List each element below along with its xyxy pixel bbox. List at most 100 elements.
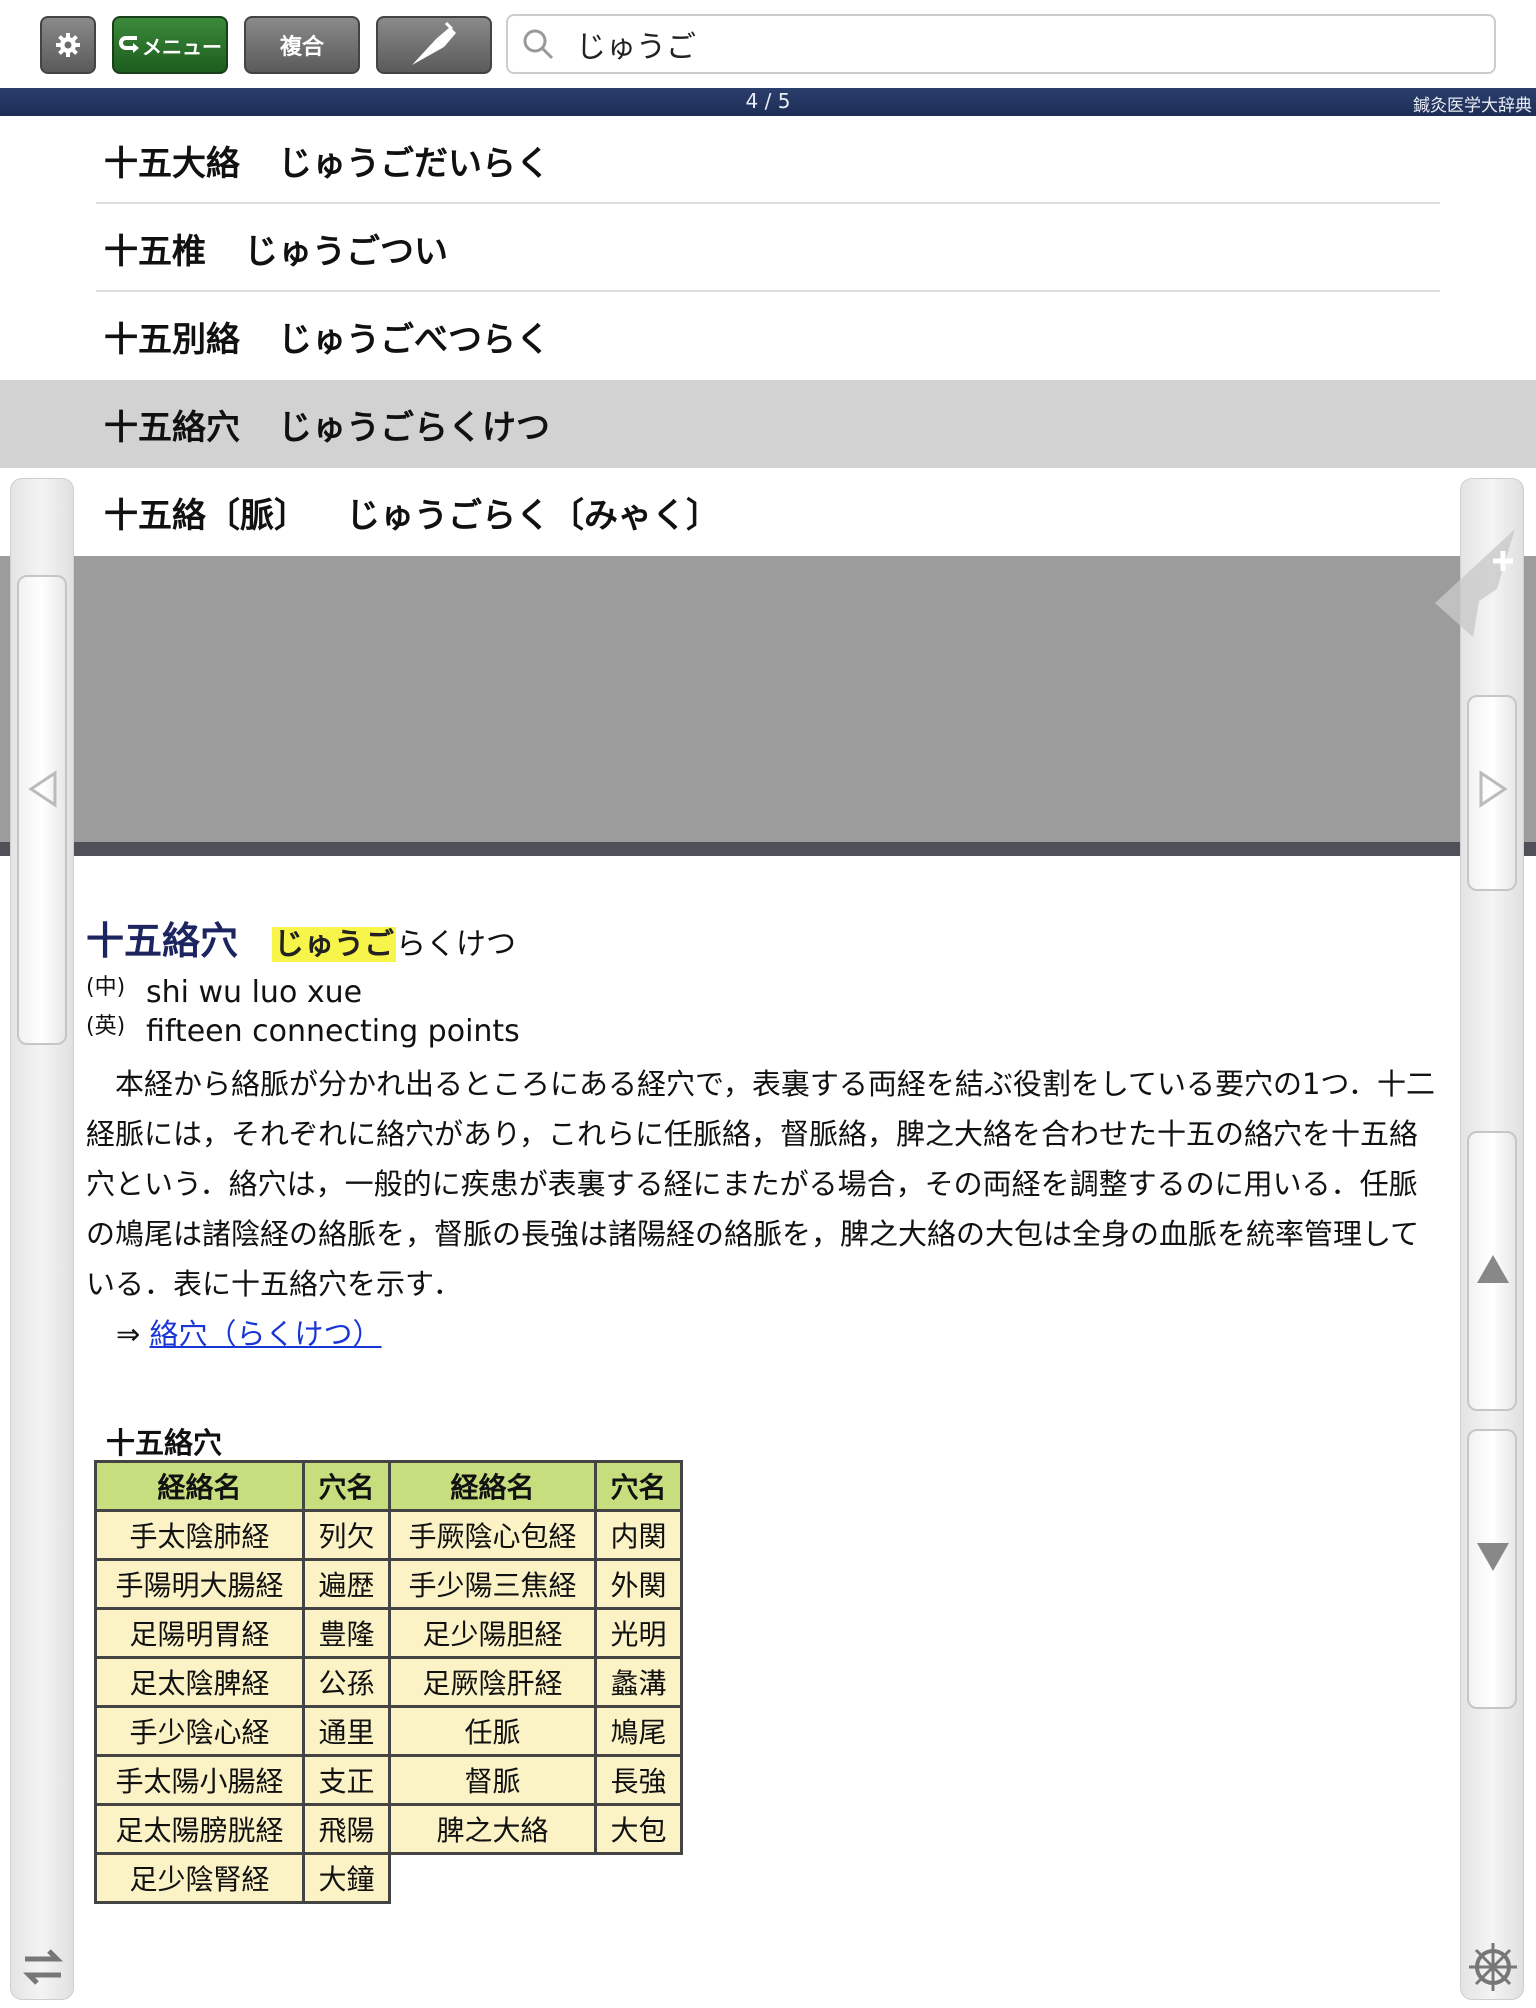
- table-row: 足陽明胃経 豊隆 足少陽胆経 光明: [94, 1607, 683, 1659]
- list-resize-handle[interactable]: [0, 842, 1536, 856]
- ref-link[interactable]: 絡穴（らくけつ）: [150, 1317, 382, 1351]
- result-item[interactable]: 十五別絡 じゅうごべつらく: [0, 292, 1536, 380]
- left-scroll-thumb[interactable]: [17, 575, 67, 1045]
- result-kana: じゅうごだいらく: [278, 143, 550, 184]
- table-cell: 手少陰心経: [94, 1705, 305, 1757]
- english-tag: (英): [86, 1014, 126, 1039]
- table-cell: 列欠: [302, 1509, 391, 1561]
- result-kanji: 十五絡穴: [104, 407, 240, 448]
- result-item[interactable]: 十五椎 じゅうごつい: [0, 204, 1536, 292]
- table-header-row: 経絡名 穴名 経絡名 穴名: [94, 1460, 683, 1512]
- pen-button[interactable]: [376, 16, 492, 74]
- dharma-wheel-icon[interactable]: [1467, 1941, 1519, 1993]
- table-row: 手太陽小腸経 支正 督脈 長強: [94, 1754, 683, 1806]
- table-cell: 任脈: [388, 1705, 597, 1757]
- reading-rest: らくけつ: [396, 927, 517, 962]
- table-row: 手少陰心経 通里 任脈 鳩尾: [94, 1705, 683, 1757]
- chinese-tag: (中): [86, 975, 126, 1000]
- table-cell: 足太陽膀胱経: [94, 1803, 305, 1855]
- table-cell: 外関: [594, 1558, 683, 1610]
- triangle-right-icon[interactable]: [1475, 769, 1511, 809]
- plus-icon[interactable]: [1435, 509, 1525, 639]
- table-cell: 手太陽小腸経: [94, 1754, 305, 1806]
- table-cell: 飛陽: [302, 1803, 391, 1855]
- table-row: 手陽明大腸経 遍歴 手少陽三焦経 外関: [94, 1558, 683, 1610]
- scroll-up-button[interactable]: [1467, 1131, 1517, 1411]
- pen-icon: [412, 21, 456, 65]
- table-header: 穴名: [594, 1460, 683, 1512]
- table-cell: 足厥陰肝経: [388, 1656, 597, 1708]
- gear-icon: [56, 33, 80, 57]
- table-cell: 光明: [594, 1607, 683, 1659]
- table-cell: 足少陰腎経: [94, 1852, 305, 1904]
- result-kana: じゅうごべつらく: [278, 319, 550, 360]
- table-cell: 豊隆: [302, 1607, 391, 1659]
- left-rail: [10, 478, 74, 2000]
- search-box[interactable]: [506, 14, 1496, 74]
- result-item[interactable]: 十五大絡 じゅうごだいらく: [0, 116, 1536, 204]
- entry-title: 十五絡穴: [86, 919, 239, 963]
- menu-button[interactable]: メニュー: [112, 16, 228, 74]
- table-row: 足太陰脾経 公孫 足厥陰肝経 蠡溝: [94, 1656, 683, 1708]
- table-cell: 手少陽三焦経: [388, 1558, 597, 1610]
- table-cell-empty: [596, 1854, 682, 1903]
- table-cell: 支正: [302, 1754, 391, 1806]
- return-arrow-icon: [119, 36, 139, 53]
- table-header: 経絡名: [388, 1460, 597, 1512]
- swap-arrows-icon[interactable]: [17, 1945, 69, 1989]
- result-kana: じゅうごつい: [244, 231, 448, 272]
- search-icon: [523, 29, 554, 60]
- table-cell: 遍歴: [302, 1558, 391, 1610]
- chinese-reading: (中) shi wu luo xue: [86, 975, 1446, 1010]
- result-kana: じゅうごらく〔みゃく〕: [346, 495, 720, 536]
- result-kanji: 十五絡〔脈〕: [104, 495, 308, 536]
- entry-heading: 十五絡穴 じゅうごらくけつ: [86, 910, 1446, 965]
- dictionary-app: メニュー 複合 4 / 5 鍼灸医学大辞典: [0, 0, 1536, 2008]
- result-counter: 4 / 5: [745, 89, 791, 113]
- entry-content: 十五絡穴 じゅうごらくけつ (中) shi wu luo xue (英) fif…: [86, 910, 1446, 1353]
- table-cell: 手厥陰心包経: [388, 1509, 597, 1561]
- table-header: 経絡名: [94, 1460, 305, 1512]
- result-kanji: 十五大絡: [104, 143, 240, 184]
- table-row: 足少陰腎経 大鐘: [94, 1852, 682, 1904]
- dictionary-name: 鍼灸医学大辞典: [1413, 96, 1532, 116]
- chinese-text: shi wu luo xue: [146, 975, 363, 1010]
- toolbar: メニュー 複合: [0, 0, 1536, 88]
- table-row: 足太陽膀胱経 飛陽 脾之大絡 大包: [94, 1803, 683, 1855]
- table-cell: 足太陰脾経: [94, 1656, 305, 1708]
- fukugo-button[interactable]: 複合: [244, 16, 360, 74]
- table-title: 十五絡穴: [106, 1426, 223, 1460]
- luo-points-table: 経絡名 穴名 経絡名 穴名 手太陰肺経 列欠 手厥陰心包経 内関 手陽明大腸経 …: [94, 1460, 683, 1904]
- list-background: [0, 556, 1536, 842]
- entry-body: 本経から絡脈が分かれ出るところにある経穴で，表裏する両経を結ぶ役割をしている要穴…: [86, 1067, 1435, 1301]
- fukugo-button-label: 複合: [279, 35, 324, 60]
- result-list: 十五大絡 じゅうごだいらく 十五椎 じゅうごつい 十五別絡 じゅうごべつらく 十…: [0, 116, 1536, 556]
- result-kana: じゅうごらくけつ: [278, 407, 550, 448]
- table-header: 穴名: [302, 1460, 391, 1512]
- right-rail: [1435, 478, 1524, 2000]
- table-cell: 蠡溝: [594, 1656, 683, 1708]
- triangle-down-icon: [1477, 1543, 1509, 1571]
- status-bar: 4 / 5 鍼灸医学大辞典: [0, 88, 1536, 116]
- table-cell: 公孫: [302, 1656, 391, 1708]
- table-cell: 大包: [594, 1803, 683, 1855]
- cross-reference: ⇒ 絡穴（らくけつ）: [86, 1311, 1446, 1353]
- table-cell: 足少陽胆経: [388, 1607, 597, 1659]
- ref-arrow: ⇒: [116, 1317, 141, 1351]
- table-cell: 督脈: [388, 1754, 597, 1806]
- settings-button[interactable]: [40, 16, 96, 74]
- table-cell: 手陽明大腸経: [94, 1558, 305, 1610]
- table-cell: 長強: [594, 1754, 683, 1806]
- result-kanji: 十五椎: [104, 231, 206, 272]
- triangle-left-icon[interactable]: [25, 769, 61, 809]
- entry-reading: じゅうごらくけつ: [272, 919, 516, 963]
- search-input[interactable]: [568, 26, 1468, 62]
- result-item-selected[interactable]: 十五絡穴 じゅうごらくけつ: [0, 380, 1536, 468]
- search-highlight: じゅうご: [272, 927, 397, 962]
- table-row: 手太陰肺経 列欠 手厥陰心包経 内関: [94, 1509, 683, 1561]
- english-text: fifteen connecting points: [146, 1014, 520, 1049]
- scroll-down-button[interactable]: [1467, 1429, 1517, 1709]
- table-cell: 脾之大絡: [388, 1803, 597, 1855]
- table-cell: 手太陰肺経: [94, 1509, 305, 1561]
- result-item[interactable]: 十五絡〔脈〕 じゅうごらく〔みゃく〕: [0, 468, 1536, 556]
